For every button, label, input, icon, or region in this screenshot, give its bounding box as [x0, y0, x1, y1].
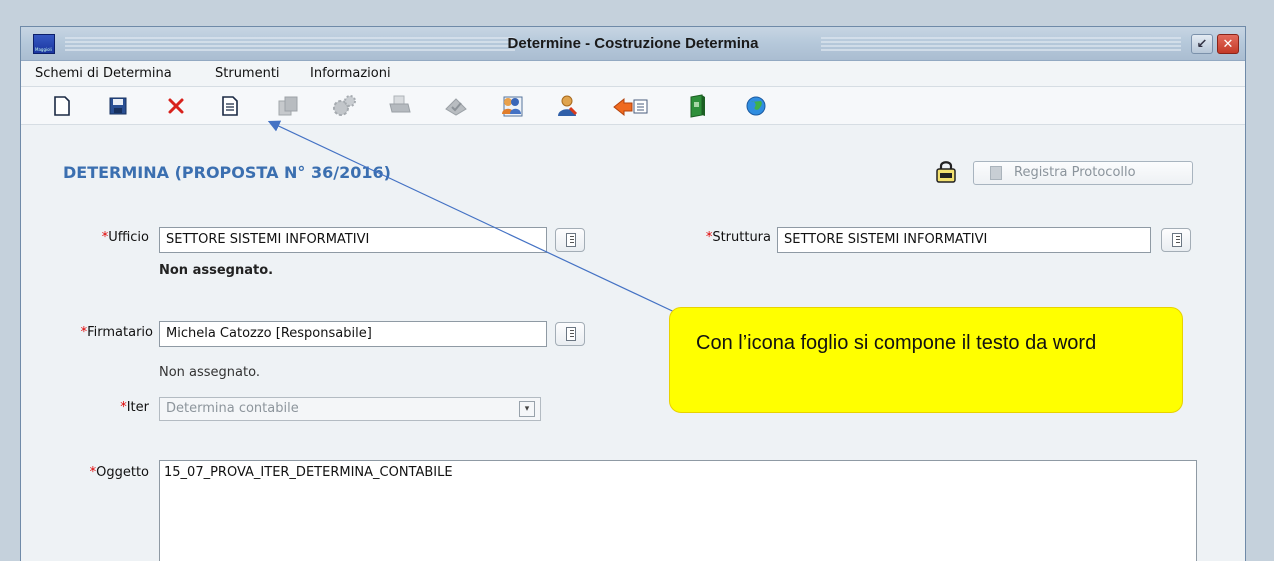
struttura-tree-button[interactable]	[1161, 228, 1191, 252]
menu-bar: Schemi di Determina Strumenti Informazio…	[21, 61, 1245, 87]
users-icon[interactable]	[499, 93, 525, 119]
ufficio-tree-button[interactable]	[555, 228, 585, 252]
sign-icon[interactable]	[443, 93, 469, 119]
title-bar: Maggioli Determine - Costruzione Determi…	[21, 27, 1245, 61]
compose-text-icon[interactable]	[217, 93, 243, 119]
settings-icon[interactable]	[331, 93, 357, 119]
ufficio-note: Non assegnato.	[159, 263, 274, 278]
main-window: Maggioli Determine - Costruzione Determi…	[20, 26, 1246, 561]
struttura-label: *Struttura	[705, 230, 771, 245]
window-title: Determine - Costruzione Determina	[507, 35, 759, 52]
ufficio-field[interactable]: SETTORE SISTEMI INFORMATIVI	[159, 227, 547, 253]
menu-strumenti[interactable]: Strumenti	[215, 66, 280, 81]
tree-icon	[566, 327, 576, 341]
firmatario-tree-button[interactable]	[555, 322, 585, 346]
menu-informazioni[interactable]: Informazioni	[310, 66, 391, 81]
export-icon[interactable]	[611, 93, 651, 119]
new-document-icon[interactable]	[49, 93, 75, 119]
ufficio-label: *Ufficio	[101, 230, 149, 245]
firmatario-label: *Firmatario	[80, 325, 153, 340]
toolbar	[21, 87, 1245, 125]
copy-icon[interactable]	[275, 93, 301, 119]
menu-schemi-di-determina[interactable]: Schemi di Determina	[35, 66, 172, 81]
firmatario-note: Non assegnato.	[159, 365, 260, 380]
tree-icon	[566, 233, 576, 247]
print-icon[interactable]	[387, 93, 413, 119]
register-protocol-button[interactable]: Registra Protocollo	[973, 161, 1193, 185]
iter-select[interactable]: Determina contabile	[159, 397, 541, 421]
book-icon[interactable]	[685, 93, 711, 119]
annotation-callout: Con l’icona foglio si compone il testo d…	[669, 307, 1183, 413]
close-button[interactable]: ✕	[1217, 34, 1239, 54]
struttura-field[interactable]: SETTORE SISTEMI INFORMATIVI	[777, 227, 1151, 253]
iter-label: *Iter	[120, 400, 149, 415]
page-title: DETERMINA (PROPOSTA N° 36/2016)	[63, 163, 391, 182]
oggetto-label: *Oggetto	[89, 465, 149, 480]
acl-lock-icon[interactable]	[935, 159, 957, 183]
delete-icon[interactable]	[163, 93, 189, 119]
document-icon	[990, 166, 1002, 180]
save-icon[interactable]	[105, 93, 131, 119]
chevron-down-icon[interactable]: ▾	[519, 401, 535, 417]
firmatario-field[interactable]: Michela Catozzo [Responsabile]	[159, 321, 547, 347]
restore-button[interactable]: ↙	[1191, 34, 1213, 54]
oggetto-textarea[interactable]: 15_07_PROVA_ITER_DETERMINA_CONTABILE	[159, 460, 1197, 561]
user-icon[interactable]	[555, 93, 581, 119]
globe-icon[interactable]	[743, 93, 769, 119]
tree-icon	[1172, 233, 1182, 247]
